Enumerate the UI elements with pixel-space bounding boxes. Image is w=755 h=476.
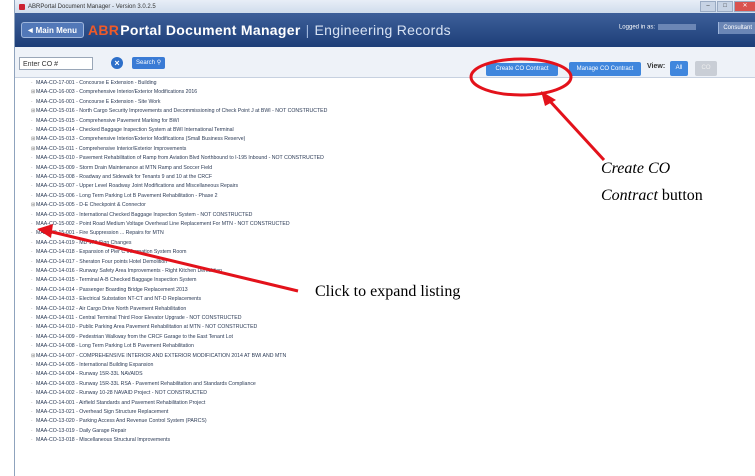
annotation-overlay <box>37 57 606 293</box>
highlight-ellipse <box>469 57 573 97</box>
create-annotation-line2: Contract button <box>601 187 703 205</box>
expand-annotation: Click to expand listing <box>315 283 461 300</box>
create-annotation-button: button <box>661 187 703 204</box>
expand-arrow-line <box>47 229 299 293</box>
create-arrow-line <box>546 97 606 162</box>
create-annotation-contract: Contract <box>601 187 658 204</box>
expand-arrow-head <box>37 224 53 238</box>
create-annotation-line1: Create CO <box>601 160 671 177</box>
